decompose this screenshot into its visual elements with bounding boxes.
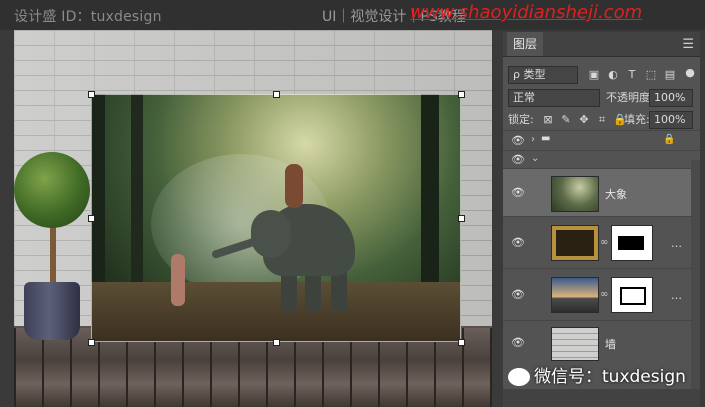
site-watermark: www.shaoyidiansheji.com	[410, 2, 643, 23]
panel-menu-icon[interactable]: ☰	[682, 37, 694, 52]
opacity-label: 不透明度:	[606, 91, 654, 104]
layer-filter-select[interactable]: ρ 类型	[508, 66, 578, 84]
panel-header: 图层 ☰	[503, 32, 700, 57]
lock-artboard-icon[interactable]: ⌗	[595, 113, 609, 127]
transform-handle[interactable]	[458, 215, 465, 222]
layer-road-masked[interactable]: 👁 ∞ …	[503, 268, 700, 321]
blend-mode-select[interactable]: 正常	[508, 89, 600, 107]
smart-object-filter-icon[interactable]: ▤	[663, 68, 677, 82]
wechat-icon	[508, 368, 530, 386]
layer-wall[interactable]: 👁 墙	[503, 320, 700, 365]
wechat-watermark: 微信号：tuxdesign	[508, 362, 686, 387]
lock-position-icon[interactable]: ✥	[577, 113, 591, 127]
fill-input[interactable]: 100%	[649, 111, 693, 129]
layers-scrollbar[interactable]	[691, 160, 700, 390]
document-canvas[interactable]	[14, 30, 492, 407]
adjustment-filter-icon[interactable]: ◐	[606, 68, 620, 82]
opacity-input[interactable]: 100%	[649, 89, 693, 107]
mask-shape	[620, 287, 646, 305]
pixel-filter-icon[interactable]: ▣	[587, 68, 601, 82]
filter-toggle-icon[interactable]: ●	[683, 66, 697, 80]
plant-pot	[24, 282, 80, 340]
more-icon[interactable]: …	[671, 289, 682, 302]
panel-footer-toolbar	[503, 389, 700, 407]
lock-row: 锁定: ⊠ ✎ ✥ ⌗ 🔒 填充: 100%	[503, 110, 700, 132]
wechat-id-text: 微信号：tuxdesign	[534, 367, 686, 387]
layer-group-open[interactable]: 👁 ⌄	[503, 150, 700, 169]
folder-icon: ▬	[541, 133, 551, 144]
layer-thumbnail	[551, 327, 599, 361]
transform-selection[interactable]	[91, 94, 461, 342]
visibility-eye-icon[interactable]: 👁	[511, 135, 525, 146]
link-chain-icon[interactable]: ∞	[600, 237, 608, 248]
layers-panel: 图层 ☰ ρ 类型 ▣ ◐ T ⬚ ▤ ● 正常 不透明度: 100% 锁定: …	[503, 32, 700, 407]
link-chain-icon[interactable]: ∞	[600, 289, 608, 300]
topiary-plant	[14, 152, 90, 228]
transform-handle[interactable]	[88, 91, 95, 98]
layer-mask-thumbnail[interactable]	[611, 225, 653, 261]
layer-thumbnail	[551, 277, 599, 313]
visibility-eye-icon[interactable]: 👁	[511, 337, 525, 348]
fill-label: 填充:	[624, 113, 650, 126]
layer-group-collapsed[interactable]: 👁 › ▬ 🔒	[503, 130, 700, 151]
transform-handle[interactable]	[458, 339, 465, 346]
visibility-eye-icon[interactable]: 👁	[511, 187, 525, 198]
chevron-right-icon[interactable]: ›	[531, 134, 535, 145]
blend-row: 正常 不透明度: 100%	[503, 88, 700, 110]
transform-handle[interactable]	[458, 91, 465, 98]
tab-layers[interactable]: 图层	[507, 32, 544, 56]
layer-thumbnail	[551, 176, 599, 212]
transform-handle[interactable]	[273, 339, 280, 346]
designer-credit: 设计盛 ID：tuxdesign	[14, 9, 162, 25]
transform-handle[interactable]	[273, 91, 280, 98]
transform-handle[interactable]	[88, 215, 95, 222]
lock-image-icon[interactable]: ✎	[559, 113, 573, 127]
layer-elephant[interactable]: 👁 大象	[503, 168, 700, 217]
shape-filter-icon[interactable]: ⬚	[644, 68, 658, 82]
transform-handle[interactable]	[88, 339, 95, 346]
layer-lock-icon: 🔒	[663, 134, 676, 145]
layer-name: 大象	[605, 188, 627, 201]
visibility-eye-icon[interactable]: 👁	[511, 154, 525, 165]
more-icon[interactable]: …	[671, 237, 682, 250]
visibility-eye-icon[interactable]: 👁	[511, 289, 525, 300]
chevron-down-icon[interactable]: ⌄	[531, 153, 539, 164]
layer-frame-masked[interactable]: 👁 ∞ …	[503, 216, 700, 269]
type-filter-icon[interactable]: T	[625, 68, 639, 82]
lock-pixels-icon[interactable]: ⊠	[541, 113, 555, 127]
layer-mask-thumbnail[interactable]	[611, 277, 653, 313]
layer-thumbnail	[551, 225, 599, 261]
filter-row: ρ 类型 ▣ ◐ T ⬚ ▤ ●	[503, 64, 700, 86]
visibility-eye-icon[interactable]: 👁	[511, 237, 525, 248]
title-bar: 设计盛 ID：tuxdesign UI｜视觉设计｜PS教程 www.shaoyi…	[0, 0, 705, 30]
layer-name: 墙	[605, 338, 616, 351]
lock-label: 锁定:	[508, 113, 534, 126]
mask-shape	[618, 236, 644, 250]
